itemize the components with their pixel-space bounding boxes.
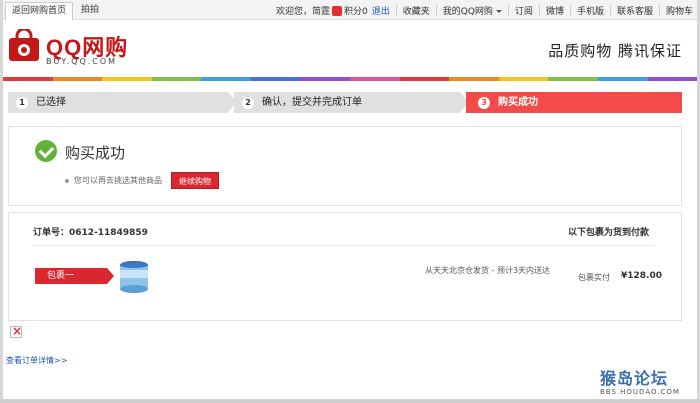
step-2: 2 确认，提交并完成订单	[234, 92, 460, 113]
weibo-link[interactable]: 微博	[546, 4, 564, 17]
my-qq-buy-link[interactable]: 我的QQ网购	[443, 4, 502, 17]
checkmark-icon	[35, 140, 57, 162]
tip-text: 您可以再去挑选其他商品	[74, 176, 162, 185]
success-tip: 您可以再去挑选其他商品	[65, 175, 162, 186]
color-bar-segment	[300, 77, 351, 81]
tab-paipai[interactable]: 拍拍	[75, 2, 105, 20]
window-bottom-border	[0, 399, 700, 403]
step-3-active: 3 购买成功	[466, 92, 682, 113]
broken-image-icon	[10, 324, 22, 338]
continue-shopping-button[interactable]: 继续购物	[171, 172, 219, 189]
top-nav-links: 欢迎您，简霆 积分0 退出 收藏夹 我的QQ网购 订阅 微博 手机版 联系客服 …	[276, 0, 693, 20]
tab-buy-home[interactable]: 返回网购首页	[5, 2, 74, 20]
product-image[interactable]	[114, 256, 154, 296]
my-qq-buy-label: 我的QQ网购	[442, 6, 493, 17]
price-value: ¥128.00	[621, 271, 662, 281]
color-bar-segment	[597, 77, 648, 81]
welcome-text: 欢迎您，简霆	[275, 6, 330, 17]
step-number: 1	[16, 97, 28, 109]
watermark-title: 猴岛论坛	[600, 369, 669, 388]
subscribe-link[interactable]: 订阅	[515, 4, 533, 17]
step-1: 1 已选择	[8, 92, 228, 113]
order-panel: 订单号：0612-11849859 以下包裹为货到付款 包裹一 从天天北京仓发货…	[8, 212, 682, 321]
cod-label: 以下包裹为货到付款	[567, 228, 649, 238]
watermark-subtitle: BBS.HOUDAO.COM	[600, 388, 680, 396]
forum-watermark: 猴岛论坛 BBS.HOUDAO.COM	[600, 365, 692, 400]
success-panel: 购买成功 您可以再去挑选其他商品 继续购物	[8, 126, 682, 206]
color-bar-segment	[250, 77, 301, 81]
success-title: 购买成功	[65, 144, 126, 162]
header-slogan: 品质购物 腾讯保证	[548, 42, 682, 60]
view-order-details-link[interactable]: 查看订单详情>>	[6, 355, 67, 366]
package-badge: 包裹一	[35, 268, 114, 284]
top-nav-bar: 返回网购首页 拍拍 欢迎您，简霆 积分0 退出 收藏夹 我的QQ网购 订阅 微博…	[3, 0, 697, 20]
color-bar-segment	[151, 77, 202, 81]
color-bar-segment	[102, 77, 152, 81]
step-label: 已选择	[36, 97, 66, 108]
shipping-info: 从天天北京仓发货 - 预计3天内送达	[425, 266, 551, 275]
color-bar-segment	[548, 77, 598, 81]
points-link[interactable]: 积分0	[344, 4, 368, 17]
logo-subtitle: BUY.QQ.COM	[46, 57, 118, 66]
step-label: 确认，提交并完成订单	[262, 97, 362, 108]
favorites-link[interactable]: 收藏夹	[403, 4, 430, 17]
color-bar-segment	[647, 77, 698, 81]
gift-bag-icon	[331, 6, 342, 16]
shopping-bag-logo-icon[interactable]	[7, 29, 41, 63]
color-bar-segment	[3, 77, 53, 81]
step-label: 购买成功	[498, 97, 538, 108]
price-label: 包裹实付	[578, 273, 610, 282]
order-number: 订单号：0612-11849859	[33, 228, 148, 238]
step-number: 3	[478, 97, 490, 109]
color-bar-segment	[449, 77, 499, 81]
color-bar-segment	[350, 77, 400, 81]
site-header: QQ网购 BUY.QQ.COM 品质购物 腾讯保证	[3, 20, 697, 78]
logout-link[interactable]: 退出	[372, 4, 390, 17]
rainbow-color-bar	[3, 77, 698, 81]
chevron-down-icon	[495, 9, 502, 13]
cart-link[interactable]: 购物车	[666, 4, 693, 17]
color-bar-segment	[52, 77, 103, 81]
color-bar-segment	[498, 77, 549, 81]
color-bar-segment	[399, 77, 450, 81]
mobile-link[interactable]: 手机版	[577, 4, 604, 17]
customer-service-link[interactable]: 联系客服	[617, 4, 653, 17]
bullet-icon	[65, 178, 69, 183]
checkout-steps: 1 已选择 2 确认，提交并完成订单 3 购买成功	[8, 92, 682, 113]
divider	[33, 245, 653, 246]
color-bar-segment	[201, 77, 251, 81]
step-number: 2	[242, 97, 254, 109]
